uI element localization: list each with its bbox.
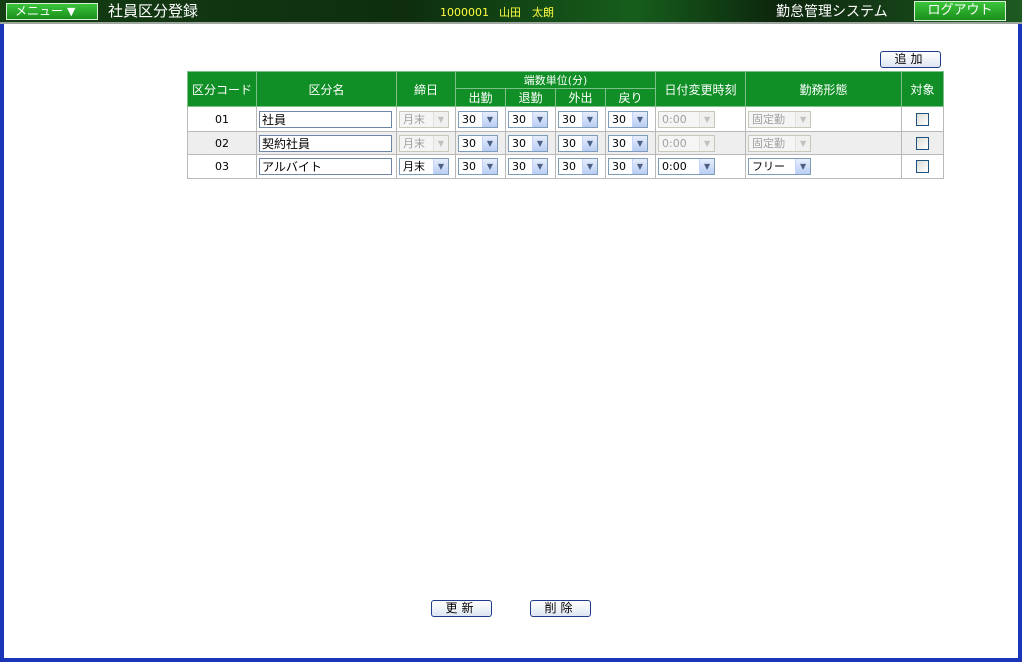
clock-out-unit-select[interactable]: 30 ▼ [508,158,548,175]
user-info: 1000001 山田 太朗 [440,6,564,20]
target-checkbox[interactable] [916,136,930,150]
clock-in-unit-select[interactable]: 30 ▼ [458,110,498,128]
row-code: 03 [187,154,257,179]
header-work-style: 勤務形態 [745,71,903,107]
category-name-input[interactable] [259,134,392,152]
row-code: 01 [187,106,257,132]
target-checkbox[interactable] [916,112,930,126]
chevron-down-icon[interactable]: ▼ [582,135,597,151]
window-frame-bottom [0,658,1022,662]
header-rounding-group: 端数単位(分) [454,71,657,89]
chevron-down-icon: ▼ [795,135,811,151]
chevron-down-icon[interactable]: ▼ [699,159,715,174]
clock-in-unit-select[interactable]: 30 ▼ [458,158,498,175]
chevron-down-icon[interactable]: ▼ [482,135,497,151]
work-style-select: 固定勤 ▼ [748,134,812,152]
chevron-down-icon[interactable]: ▼ [433,159,448,174]
category-name-input[interactable] [259,158,392,175]
clock-out-unit-select[interactable]: 30 ▼ [508,134,548,152]
go-out-unit-select[interactable]: 30 ▼ [558,110,598,128]
header-return: 戻り [604,88,657,107]
header-date-change-time: 日付変更時刻 [655,71,747,107]
work-style-select[interactable]: フリー ▼ [748,158,812,175]
window-frame-left [0,24,4,662]
header-clock-in: 出勤 [455,88,506,107]
triangle-down-icon: ▼ [67,5,76,18]
chevron-down-icon: ▼ [433,111,448,127]
work-style-select: 固定勤 ▼ [748,110,812,128]
category-name-input[interactable] [259,110,392,128]
chevron-down-icon[interactable]: ▼ [482,111,497,127]
chevron-down-icon[interactable]: ▼ [632,159,647,174]
window-frame-right [1018,24,1022,662]
closing-day-select[interactable]: 月末 ▼ [399,158,449,175]
header-go-out: 外出 [555,88,606,107]
return-unit-select[interactable]: 30 ▼ [608,134,648,152]
logout-button[interactable]: ログアウト [914,1,1006,21]
date-change-time-select: 0:00 ▼ [658,110,716,128]
system-name: 勤怠管理システム [776,4,888,20]
chevron-down-icon[interactable]: ▼ [532,159,547,174]
chevron-down-icon: ▼ [433,135,448,151]
clock-in-unit-select[interactable]: 30 ▼ [458,134,498,152]
row-name-cell [256,106,397,132]
add-button[interactable]: 追加 [880,51,941,68]
chevron-down-icon: ▼ [795,111,811,127]
header-target: 対象 [901,71,945,107]
menu-button[interactable]: メニュー ▼ [6,3,98,20]
closing-day-select: 月末 ▼ [399,110,449,128]
date-change-time-select: 0:00 ▼ [658,134,716,152]
page-title: 社員区分登録 [108,2,199,20]
return-unit-select[interactable]: 30 ▼ [608,158,648,175]
employee-category-table: 区分コード 区分名 締日 端数単位(分) 日付変更時刻 勤務形態 対象 出勤 退… [187,71,945,179]
table-row: 01 月末▼ 30▼ 30▼ 30▼ 30▼ 0:00▼ 固定勤▼ [187,106,945,132]
chevron-down-icon[interactable]: ▼ [632,111,647,127]
clock-out-unit-select[interactable]: 30 ▼ [508,110,548,128]
chevron-down-icon[interactable]: ▼ [795,159,811,174]
table-row: 03 月末▼ 30▼ 30▼ 30▼ 30▼ 0:00▼ フリー▼ [187,154,945,179]
row-code: 02 [187,131,257,155]
user-name: 山田 太朗 [499,6,554,19]
row-name-cell [256,131,397,155]
return-unit-select[interactable]: 30 ▼ [608,110,648,128]
header-bar: メニュー ▼ 社員区分登録 1000001 山田 太朗 勤怠管理システム ログアウト [0,0,1022,24]
closing-day-select: 月末 ▼ [399,134,449,152]
chevron-down-icon[interactable]: ▼ [582,111,597,127]
menu-label: メニュー [15,4,64,18]
target-checkbox[interactable] [916,160,930,174]
header-clock-out: 退勤 [505,88,556,107]
chevron-down-icon[interactable]: ▼ [582,159,597,174]
date-change-time-select[interactable]: 0:00 ▼ [658,158,716,175]
table-row: 02 月末▼ 30▼ 30▼ 30▼ 30▼ 0:00▼ 固定勤▼ [187,131,945,155]
header-name: 区分名 [256,71,397,107]
delete-button[interactable]: 削除 [530,600,591,617]
chevron-down-icon[interactable]: ▼ [632,135,647,151]
go-out-unit-select[interactable]: 30 ▼ [558,134,598,152]
update-button[interactable]: 更新 [431,600,492,617]
go-out-unit-select[interactable]: 30 ▼ [558,158,598,175]
header-code: 区分コード [187,71,257,107]
row-closing-day-cell: 月末 ▼ [396,106,456,132]
chevron-down-icon[interactable]: ▼ [532,111,547,127]
row-name-cell [256,154,397,179]
header-closing-day: 締日 [396,71,456,107]
chevron-down-icon[interactable]: ▼ [532,135,547,151]
user-id: 1000001 [440,6,489,19]
chevron-down-icon[interactable]: ▼ [482,159,497,174]
chevron-down-icon: ▼ [699,135,715,151]
chevron-down-icon: ▼ [699,111,715,127]
